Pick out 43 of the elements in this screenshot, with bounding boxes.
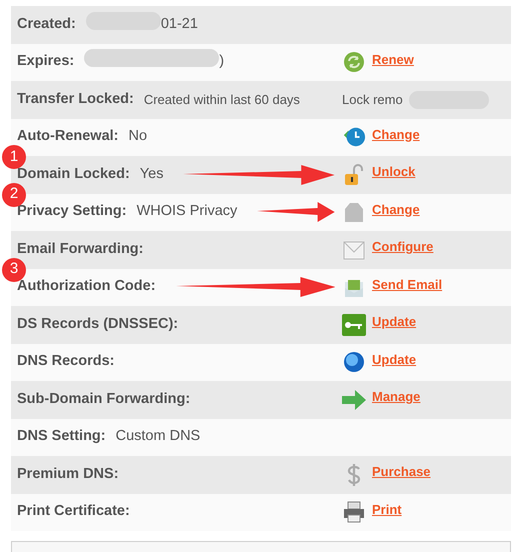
field-label: DNS Records: xyxy=(17,352,114,372)
field-value: No xyxy=(128,127,148,146)
step-number-badge: 1 xyxy=(2,145,26,169)
action-link[interactable]: Unlock xyxy=(372,162,416,182)
step-number-badge: 3 xyxy=(2,258,26,282)
action-link[interactable]: Manage xyxy=(372,387,420,406)
field-value: 01-21 xyxy=(160,14,198,34)
field-label: Created: xyxy=(17,14,76,34)
printer-icon xyxy=(343,501,365,524)
field-label: Sub-Domain Forwarding: xyxy=(17,390,190,409)
dollar-icon xyxy=(346,462,362,487)
action-link[interactable]: Purchase xyxy=(372,462,431,482)
clock-icon xyxy=(342,126,366,148)
field-label: Expires: xyxy=(17,52,74,72)
field-label: DS Records (DNSSEC): xyxy=(17,314,178,334)
action-link[interactable]: Renew xyxy=(372,50,414,69)
field-label: Auto-Renewal: xyxy=(17,127,118,146)
envelope-icon xyxy=(343,238,365,261)
field-label: Email Forwarding: xyxy=(17,240,144,259)
field-value: WHOIS Privacy xyxy=(136,202,238,222)
lock-note: Lock remo xyxy=(342,91,403,109)
field-value: ) xyxy=(219,52,224,72)
globe-icon xyxy=(343,351,365,374)
field-label: DNS Setting: xyxy=(17,427,106,446)
action-link[interactable]: Change xyxy=(372,200,420,219)
tag-icon xyxy=(343,201,365,224)
open-padlock-icon xyxy=(343,164,365,186)
field-label: Print Certificate: xyxy=(17,502,130,522)
field-value: Custom DNS xyxy=(116,427,200,446)
step-number-badge: 2 xyxy=(2,182,26,206)
action-link[interactable]: Print xyxy=(372,500,402,519)
right-arrow-icon xyxy=(342,390,366,410)
action-link[interactable]: Update xyxy=(372,312,416,332)
field-value: Created within last 60 days xyxy=(144,91,300,109)
action-link[interactable]: Change xyxy=(372,124,420,144)
action-link[interactable]: Update xyxy=(372,350,416,369)
refresh-icon xyxy=(343,51,365,74)
field-value: Yes xyxy=(140,164,164,184)
action-link[interactable]: Configure xyxy=(372,237,434,256)
key-icon xyxy=(342,314,366,336)
field-label: Premium DNS: xyxy=(17,464,119,484)
field-label: Transfer Locked: xyxy=(17,90,134,109)
action-link[interactable]: Send Email xyxy=(372,274,442,294)
